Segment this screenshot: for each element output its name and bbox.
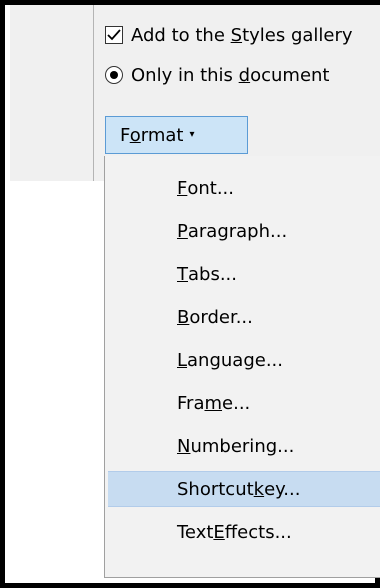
menu-item-paragraph[interactable]: Paragraph... — [108, 213, 380, 249]
format-button-label: Format — [120, 124, 184, 146]
radio-button[interactable] — [105, 66, 123, 84]
menu-item-frame[interactable]: Fra m e... — [108, 385, 380, 421]
menu-item-language[interactable]: Language... — [108, 342, 380, 378]
chevron-down-icon: ▾ — [189, 129, 195, 140]
checkmark-icon — [107, 29, 121, 41]
menu-item-tabs[interactable]: Tabs... — [108, 256, 380, 292]
menu-item-numbering[interactable]: Numbering... — [108, 428, 380, 464]
format-button[interactable]: Format ▾ — [105, 116, 248, 154]
menu-item-font[interactable]: Font... — [108, 170, 380, 206]
only-in-this-document-radio[interactable]: Only in this document — [105, 62, 330, 88]
menu-item-shortcut-key[interactable]: Shortcut k ey... — [108, 471, 380, 507]
dialog-edge — [93, 5, 94, 181]
format-dropdown-menu: Font... Paragraph... Tabs... Border... L… — [104, 156, 380, 578]
add-to-styles-gallery-checkbox[interactable]: Add to the Styles gallery — [105, 22, 353, 48]
checkbox-box[interactable] — [105, 26, 123, 44]
menu-item-text-effects[interactable]: Text Effects... — [108, 514, 380, 550]
only-in-this-document-label: Only in this document — [131, 64, 330, 86]
radio-selected-dot — [110, 71, 118, 79]
add-to-styles-gallery-label: Add to the Styles gallery — [131, 24, 353, 46]
menu-item-border[interactable]: Border... — [108, 299, 380, 335]
